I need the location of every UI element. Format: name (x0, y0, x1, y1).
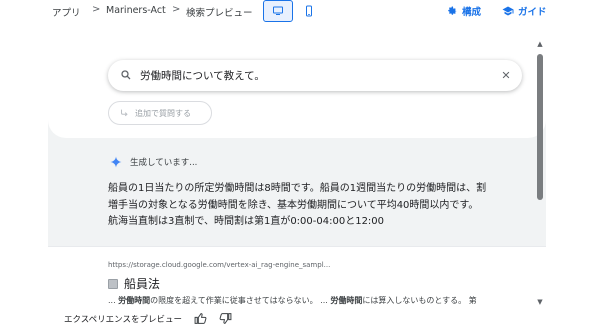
search-input[interactable]: 労働時間について教えて。 (108, 60, 522, 91)
follow-up-question-button[interactable]: 追加で質問する (108, 101, 212, 125)
school-icon (502, 6, 514, 16)
configure-label: 構成 (462, 7, 482, 18)
snippet-highlight: 労働時間 (118, 296, 151, 305)
smartphone-icon (306, 5, 312, 17)
search-preview-frame: 労働時間について教えて。 追加で質問する 生成しています... 船員の1日当たり… (48, 30, 546, 330)
scrollbar[interactable]: ▲ ▼ (536, 40, 544, 308)
top-bar: アプリ > Mariners-Act > 検索プレビュー 構成 ガイド (0, 0, 590, 24)
follow-up-label: 追加で質問する (135, 108, 191, 118)
follow-up-arrow-icon (120, 109, 128, 117)
thumbs-up-icon[interactable] (194, 312, 207, 325)
breadcrumb-apps[interactable]: アプリ (52, 5, 81, 19)
search-query-text: 労働時間について教えて。 (140, 70, 265, 82)
breadcrumb-current-page: 検索プレビュー (186, 8, 253, 19)
result-url[interactable]: https://storage.cloud.google.com/vertex-… (108, 261, 330, 269)
result-snippet: ... 労働時間の限度を超えて作業に従事させてはならない。 ... 労働時間には… (108, 295, 528, 306)
preview-experience-label: エクスペリエンスをプレビュー (64, 314, 182, 325)
desktop-icon (273, 6, 283, 15)
result-title-row[interactable]: 船員法 (108, 275, 160, 292)
close-icon[interactable] (501, 70, 511, 80)
preview-feedback-bar: エクスペリエンスをプレビュー (64, 312, 232, 325)
document-icon (108, 278, 118, 289)
scroll-down-arrow-icon[interactable]: ▼ (536, 298, 544, 306)
snippet-highlight: 労働時間 (330, 296, 363, 305)
gear-icon (448, 6, 457, 15)
result-title[interactable]: 船員法 (124, 275, 160, 292)
search-icon (121, 70, 131, 80)
breadcrumb-separator: > (172, 4, 181, 15)
scroll-up-arrow-icon[interactable]: ▲ (536, 40, 544, 48)
snippet-text: には算入しないものとする。 第 (362, 296, 477, 305)
generating-status: 生成しています... (110, 156, 197, 168)
desktop-view-button[interactable] (263, 0, 293, 22)
sparkle-icon (110, 156, 122, 168)
mobile-view-button[interactable] (294, 0, 324, 22)
guide-label: ガイド (518, 7, 547, 18)
generating-status-text: 生成しています... (130, 158, 198, 168)
breadcrumb-app-name[interactable]: Mariners-Act (106, 5, 166, 16)
scrollbar-thumb[interactable] (537, 54, 543, 200)
snippet-text: ... (108, 296, 119, 305)
snippet-text: の限度を超えて作業に従事させてはならない。 ... (150, 296, 331, 305)
thumbs-down-icon[interactable] (219, 312, 232, 325)
search-panel: 労働時間について教えて。 追加で質問する (48, 30, 546, 138)
guide-button[interactable]: ガイド (502, 4, 547, 18)
breadcrumb-separator: > (92, 4, 101, 15)
ai-answer-text: 船員の1日当たりの所定労働時間は8時間です。船員の1週間当たりの労働時間は、割増… (108, 183, 487, 227)
configure-button[interactable]: 構成 (446, 4, 481, 18)
